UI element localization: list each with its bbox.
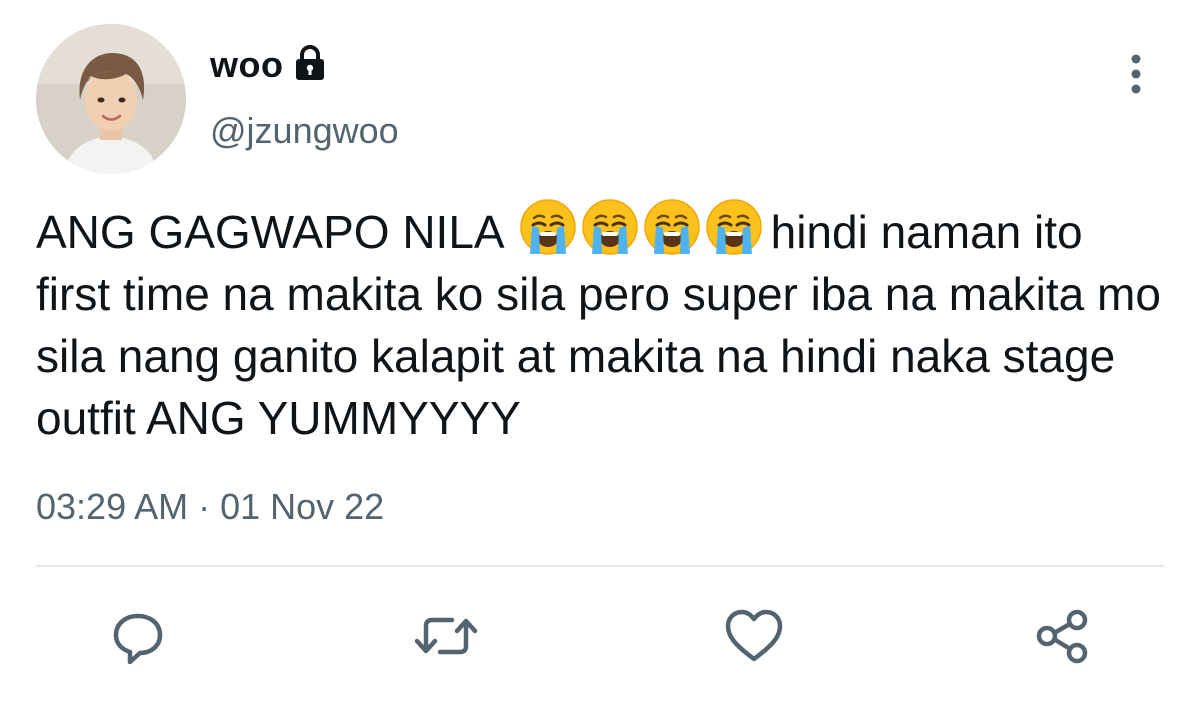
crying-face-emoji bbox=[519, 198, 577, 256]
crying-face-emoji bbox=[643, 198, 701, 256]
avatar-photo bbox=[36, 24, 186, 174]
emoji-group bbox=[519, 198, 763, 256]
share-icon bbox=[1036, 609, 1088, 664]
reply-button[interactable] bbox=[106, 604, 170, 668]
tweet-text-start: ANG GAGWAPO NILA bbox=[36, 206, 505, 258]
share-button[interactable] bbox=[1030, 604, 1094, 668]
like-button[interactable] bbox=[722, 604, 786, 668]
tweet-text: ANG GAGWAPO NILA hindi naman ito first ti… bbox=[36, 198, 1166, 449]
author-display-name[interactable]: woo bbox=[210, 44, 327, 86]
crying-face-emoji bbox=[705, 198, 763, 256]
more-options-icon[interactable] bbox=[1118, 50, 1154, 100]
divider bbox=[36, 565, 1164, 567]
avatar[interactable] bbox=[36, 24, 186, 174]
like-icon bbox=[725, 609, 783, 662]
display-name-text: woo bbox=[210, 44, 284, 85]
crying-face-emoji bbox=[581, 198, 639, 256]
reply-icon bbox=[113, 613, 163, 665]
retweet-icon bbox=[414, 617, 478, 655]
retweet-button[interactable] bbox=[414, 604, 478, 668]
tweet-timestamp[interactable]: 03:29 AM · 01 Nov 22 bbox=[36, 486, 384, 528]
lock-icon bbox=[293, 45, 327, 81]
tweet-card: woo @jzungwoo ANG GAGWAPO NILA hindi nama… bbox=[0, 0, 1200, 723]
author-handle[interactable]: @jzungwoo bbox=[210, 110, 399, 152]
